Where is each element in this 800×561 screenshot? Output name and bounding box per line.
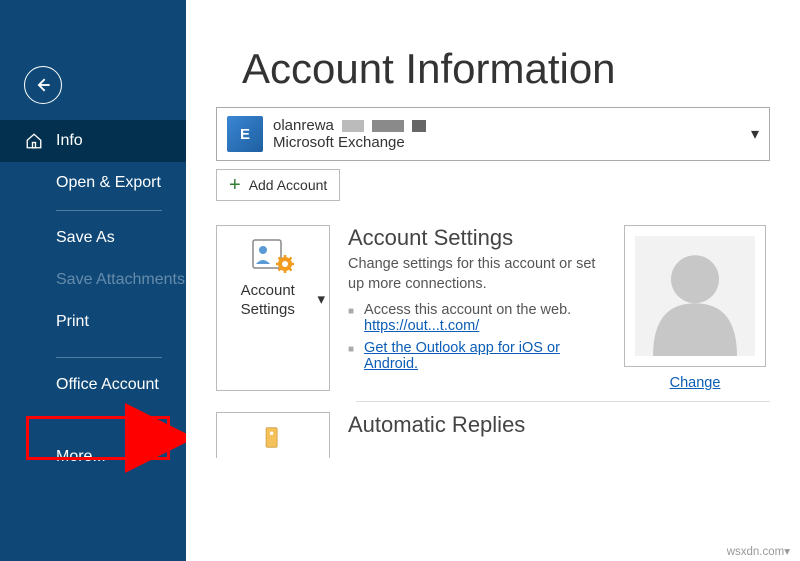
section-title: Account Settings xyxy=(348,225,602,251)
sidebar-item-label: Save As xyxy=(56,229,115,247)
sidebar-divider xyxy=(56,357,162,358)
plus-icon: + xyxy=(229,175,241,195)
sidebar-divider xyxy=(56,210,162,211)
avatar-placeholder xyxy=(624,225,766,367)
page-title: Account Information xyxy=(242,45,800,93)
backstage-sidebar: Info Open & Export Save As Save Attachme… xyxy=(0,0,186,561)
bullet-item: Get the Outlook app for iOS or Android. xyxy=(348,340,602,372)
account-name: olanrewa xyxy=(273,117,334,134)
add-account-label: Add Account xyxy=(249,177,328,193)
exchange-icon: E xyxy=(227,116,263,152)
automatic-replies-button[interactable] xyxy=(216,412,330,458)
dropdown-arrow-icon: ▾ xyxy=(751,124,759,144)
back-button[interactable] xyxy=(24,66,62,104)
sidebar-item-label: Save Attachments xyxy=(56,271,185,289)
section-divider xyxy=(356,401,770,402)
sidebar-item-label: Print xyxy=(56,313,89,331)
sidebar-item-label: More... xyxy=(56,448,106,466)
bullet-text: Access this account on the web. xyxy=(364,302,571,318)
chevron-down-icon: ▾ xyxy=(317,291,325,310)
button-label: Account Settings xyxy=(221,282,314,320)
add-account-button[interactable]: + Add Account xyxy=(216,169,340,201)
sidebar-item-save-attachments: Save Attachments xyxy=(0,259,186,301)
sidebar-item-info[interactable]: Info xyxy=(0,120,186,162)
main-panel: Account Information E olanrewa Microsoft… xyxy=(186,0,800,561)
bullet-item: Access this account on the web. https://… xyxy=(348,302,602,334)
section-title: Automatic Replies xyxy=(348,412,602,438)
sidebar-item-open-export[interactable]: Open & Export xyxy=(0,162,186,204)
sidebar-item-office-account[interactable]: Office Account xyxy=(0,364,186,406)
home-icon xyxy=(24,131,44,151)
account-settings-button[interactable]: Account Settings ▾ xyxy=(216,225,330,391)
automatic-replies-icon xyxy=(253,425,293,450)
watermark: wsxdn.com▾ xyxy=(727,544,790,558)
change-photo-link[interactable]: Change xyxy=(670,375,721,391)
sidebar-item-save-as[interactable]: Save As xyxy=(0,217,186,259)
sidebar-item-print[interactable]: Print xyxy=(0,301,186,343)
sidebar-item-label: Office Account xyxy=(56,376,159,394)
account-settings-icon xyxy=(251,238,295,276)
sidebar-item-more[interactable]: More... xyxy=(0,436,186,478)
owa-link[interactable]: https://out...t.com/ xyxy=(364,318,479,334)
sidebar-item-label: Info xyxy=(56,132,83,150)
account-selector[interactable]: E olanrewa Microsoft Exchange ▾ xyxy=(216,107,770,161)
account-type: Microsoft Exchange xyxy=(273,134,426,151)
sidebar-item-label: Open & Export xyxy=(56,174,161,192)
mobile-app-link[interactable]: Get the Outlook app for iOS or Android. xyxy=(364,340,560,372)
section-description: Change settings for this account or set … xyxy=(348,255,602,294)
